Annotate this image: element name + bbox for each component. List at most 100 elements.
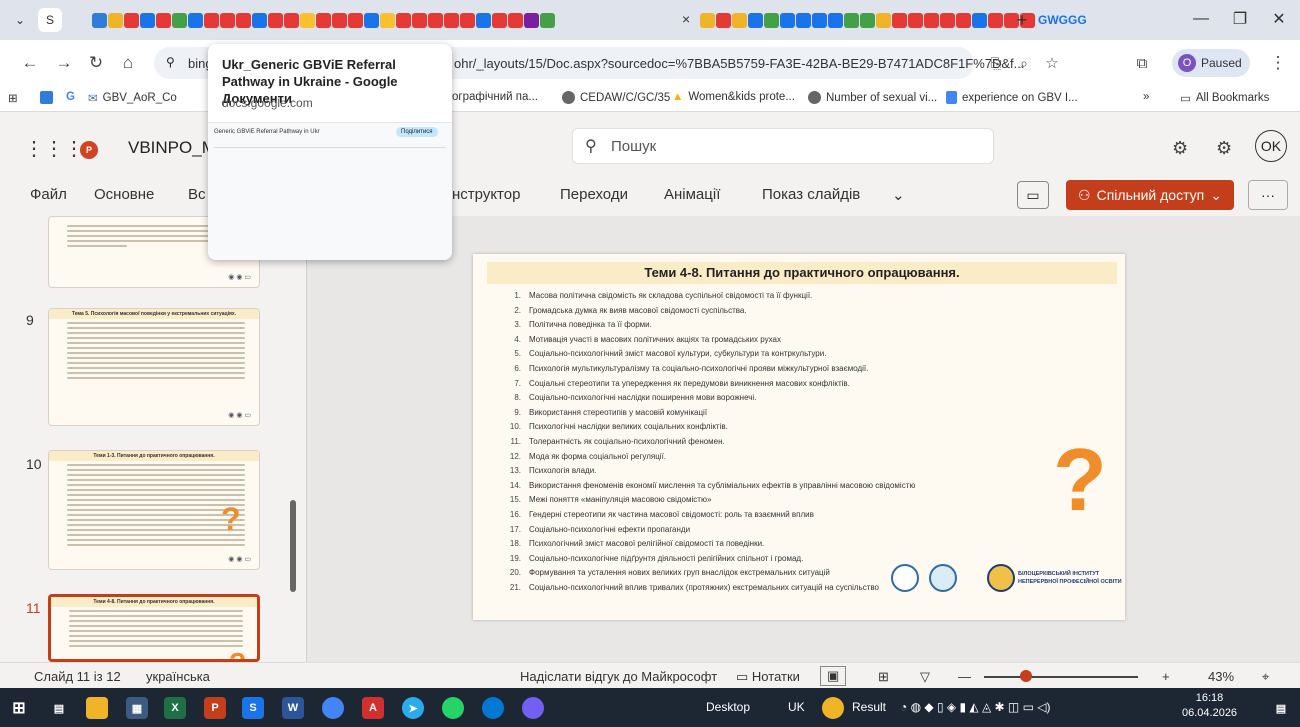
tab-icon[interactable] [972,12,987,28]
tab-icon[interactable] [108,12,123,28]
slide-list-item[interactable]: 19. Соціально-психологічне підґрунтя діял… [507,552,1067,567]
notifications-icon[interactable]: ▤ [1270,697,1292,719]
bookmarks-overflow[interactable]: » [1143,91,1149,103]
zoom-slider-thumb[interactable] [1020,670,1032,682]
tab-search-button[interactable]: ⌄ [8,8,32,32]
tab-icon[interactable] [300,12,315,28]
pane-splitter[interactable] [306,216,307,662]
excel-icon[interactable]: X [164,697,186,719]
slide-list-item[interactable]: 5. Соціально-психологічний зміст масової … [507,347,1067,362]
tab-icon[interactable] [524,12,539,28]
search-input[interactable]: ⚲ Пошук [572,128,994,164]
slide-question-list[interactable]: 1. Масова політична свідомість як складов… [507,289,1067,595]
slide-list-item[interactable]: 9. Використання стереотипів у масовій ком… [507,406,1067,421]
tab-icon[interactable] [988,12,1003,28]
task-view-icon[interactable]: ▤ [48,697,70,719]
tab-slideshow[interactable]: Показ слайдів [762,186,860,203]
tab-icon[interactable] [476,12,491,28]
ribbon-expand-icon[interactable]: ⌄ [892,186,905,204]
tab-strip-letters[interactable]: GWGGG [1038,13,1087,27]
slide-list-item[interactable]: 10. Психологічні наслідки великих соціаль… [507,420,1067,435]
bookmark-item[interactable]: Number of sexual vi... [808,91,937,104]
bookmark-item[interactable]: CEDAW/C/GC/35 [562,91,670,104]
slide-thumbnail[interactable]: Тема 5. Психологія масової поведінки у е… [48,308,260,426]
clock[interactable]: 16:18 06.04.2026 [1182,691,1237,721]
tab-icon[interactable] [492,12,507,28]
tab-insert[interactable]: Вс [188,186,206,203]
result-icon[interactable] [822,697,844,719]
comments-button[interactable]: ▭ [1017,181,1049,209]
tab-icon[interactable] [876,12,891,28]
tab-icon[interactable] [444,12,459,28]
tab-icon[interactable] [204,12,219,28]
slide-list-item[interactable]: 1. Масова політична свідомість як складов… [507,289,1067,304]
tab-icon[interactable] [220,12,235,28]
skype-icon[interactable]: S [242,697,264,719]
tab-icon[interactable] [156,12,171,28]
telegram-icon[interactable]: ➤ [402,697,424,719]
acrobat-icon[interactable]: A [362,697,384,719]
tab-icon[interactable] [172,12,187,28]
slide-list-item[interactable]: 7. Соціальні стереотипи та упередження як… [507,377,1067,392]
tab-icon[interactable] [732,12,747,28]
slide-list-item[interactable]: 11. Толерантність як соціально-психологіч… [507,435,1067,450]
powerpoint-icon[interactable]: P [204,697,226,719]
zoom-in-icon[interactable]: + [1162,669,1170,684]
slide-list-item[interactable]: 4. Мотивація участі в масових політичних … [507,333,1067,348]
file-explorer-icon[interactable] [86,697,108,719]
tab-icon[interactable] [396,12,411,28]
tab-icon[interactable] [796,12,811,28]
language-indicator[interactable]: UK [788,700,805,714]
tab-icon[interactable] [748,12,763,28]
tab-icon[interactable] [540,12,555,28]
document-title[interactable]: VBINPO_M [128,138,216,158]
tab-file[interactable]: Файл [30,186,67,203]
bookmark-item[interactable]: ✉ GBV_AoR_Co [88,91,177,105]
slide-list-item[interactable]: 8. Соціально-психологічні наслідки пошире… [507,391,1067,406]
slideshow-icon[interactable]: ▽ [920,669,930,685]
tab-transitions[interactable]: Переходи [560,186,628,203]
zoom-icon[interactable]: ⌕ [1012,51,1036,75]
tab-icon[interactable] [412,12,427,28]
tab-icon[interactable] [924,12,939,28]
back-icon[interactable]: ← [18,51,42,75]
edge-icon[interactable] [482,697,504,719]
system-tray-icons[interactable]: ◔ ◍ ◆ ▯ ◈ ▮ ◭ ◬ ✱ ◫ ▭ ◁) [900,700,1050,714]
menu-icon[interactable]: ⋮ [1266,51,1290,75]
tab-icon[interactable] [236,12,251,28]
tab-icon[interactable] [332,12,347,28]
all-bookmarks[interactable]: ▭ All Bookmarks [1180,91,1269,105]
bookmark-item[interactable]: ографічний па... [452,91,538,103]
tab-icon[interactable] [764,12,779,28]
whatsapp-icon[interactable] [442,697,464,719]
apps-icon[interactable]: ⊞ [8,91,18,105]
forward-icon[interactable]: → [52,51,76,75]
feedback-link[interactable]: Надіслати відгук до Майкрософт [520,669,717,684]
tab-favicon-s[interactable]: S [38,8,62,32]
zoom-slider[interactable] [984,676,1138,678]
slide-list-item[interactable]: 16. Гендерні стереотипи як частина масово… [507,508,1067,523]
tab-icon[interactable] [812,12,827,28]
slide-list-item[interactable]: 13. Психологія влади. [507,464,1067,479]
tab-icon[interactable] [252,12,267,28]
new-tab-button[interactable]: + [1010,8,1034,32]
tab-icon[interactable] [268,12,283,28]
tab-icon[interactable] [140,12,155,28]
bookmark-google[interactable]: G [66,91,75,103]
close-tab-icon[interactable]: × [682,11,690,27]
profile-button[interactable]: O Paused [1172,49,1250,77]
slide-list-item[interactable]: 18. Психологічний зміст масової релігійно… [507,537,1067,552]
bookmark-item[interactable]: ▲ Women&kids prote... [672,91,795,103]
slide-list-item[interactable]: 15. Межі поняття «маніпуляція масовою сві… [507,493,1067,508]
tab-icon[interactable] [908,12,923,28]
tab-icon[interactable] [380,12,395,28]
tab-icon[interactable] [716,12,731,28]
settings-icon[interactable]: ⚙ [1172,138,1188,159]
minimize-button[interactable]: — [1186,6,1216,32]
slide-sorter-icon[interactable]: ⊞ [878,669,889,685]
slide-list-item[interactable]: 3. Політична поведінка та її форми. [507,318,1067,333]
desktop-toolbar[interactable]: Desktop [706,700,750,714]
powerpoint-logo-icon[interactable]: P [80,141,98,159]
app-launcher-icon[interactable]: ⋮⋮⋮ [24,136,84,161]
notes-button[interactable]: ▭ Нотатки [736,669,800,685]
